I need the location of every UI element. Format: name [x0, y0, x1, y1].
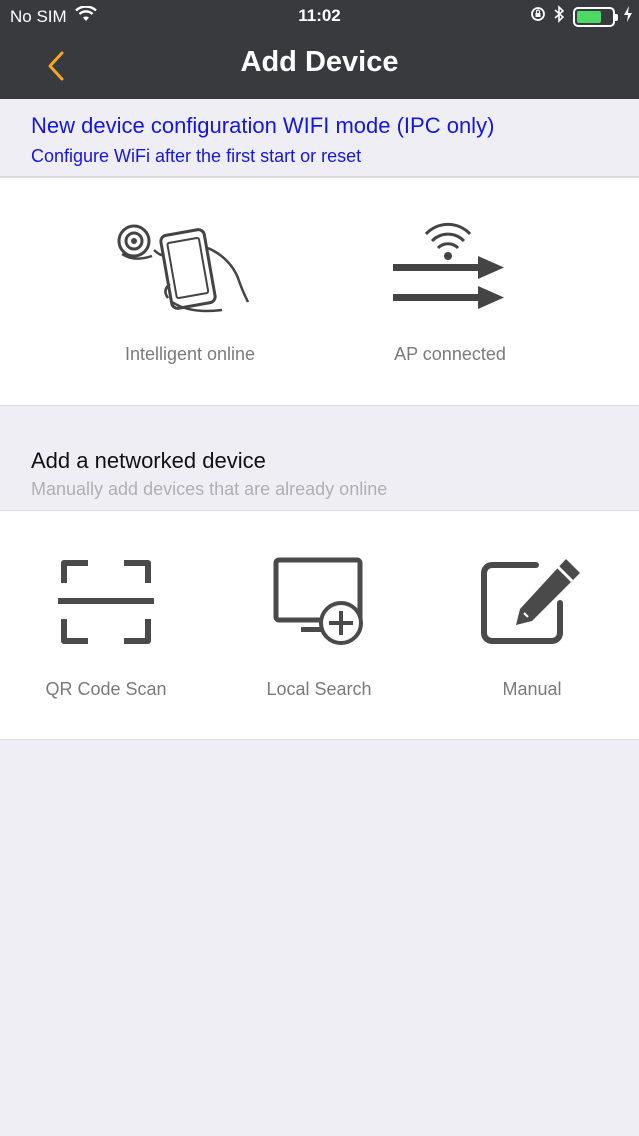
manual-label: Manual — [502, 679, 562, 699]
monitor-plus-icon — [273, 557, 363, 645]
rotation-lock-icon — [530, 6, 546, 27]
wifi-config-subtitle: Configure WiFi after the first start or … — [31, 146, 362, 166]
bluetooth-icon — [554, 5, 565, 28]
local-search-label: Local Search — [266, 679, 372, 699]
intelligent-online-option[interactable]: Intelligent online — [80, 218, 300, 378]
local-search-option[interactable]: Local Search — [229, 551, 409, 711]
phone-camera-hand-icon — [117, 224, 250, 313]
networked-device-subtitle: Manually add devices that are already on… — [31, 479, 388, 499]
intelligent-online-label: Intelligent online — [124, 344, 256, 364]
network-options-panel: QR Code Scan Local Search Manual — [0, 510, 639, 740]
battery-fill — [577, 10, 601, 23]
charging-icon — [623, 5, 633, 28]
networked-device-title: Add a networked device — [31, 448, 266, 473]
wifi-arrows-icon — [393, 222, 504, 309]
status-bar: No SIM 11:02 — [0, 0, 639, 32]
manual-option[interactable]: Manual — [442, 551, 622, 711]
qr-code-scan-option[interactable]: QR Code Scan — [16, 551, 196, 711]
status-right — [530, 5, 633, 28]
qr-code-scan-label: QR Code Scan — [45, 679, 167, 699]
wifi-options-panel: Intelligent online AP connected — [0, 177, 639, 406]
edit-pencil-icon — [481, 559, 580, 644]
networked-device-header: Add a networked device Manually add devi… — [0, 406, 639, 510]
battery-icon — [573, 6, 618, 27]
nav-bar: No SIM 11:02 Add Device — [0, 0, 639, 99]
wifi-config-header: New device configuration WIFI mode (IPC … — [0, 99, 639, 177]
ap-connected-label: AP connected — [394, 344, 506, 364]
qr-scan-icon — [58, 560, 154, 644]
wifi-config-title: New device configuration WIFI mode (IPC … — [31, 113, 495, 138]
page-title: Add Device — [240, 46, 399, 78]
ap-connected-option[interactable]: AP connected — [340, 218, 560, 378]
